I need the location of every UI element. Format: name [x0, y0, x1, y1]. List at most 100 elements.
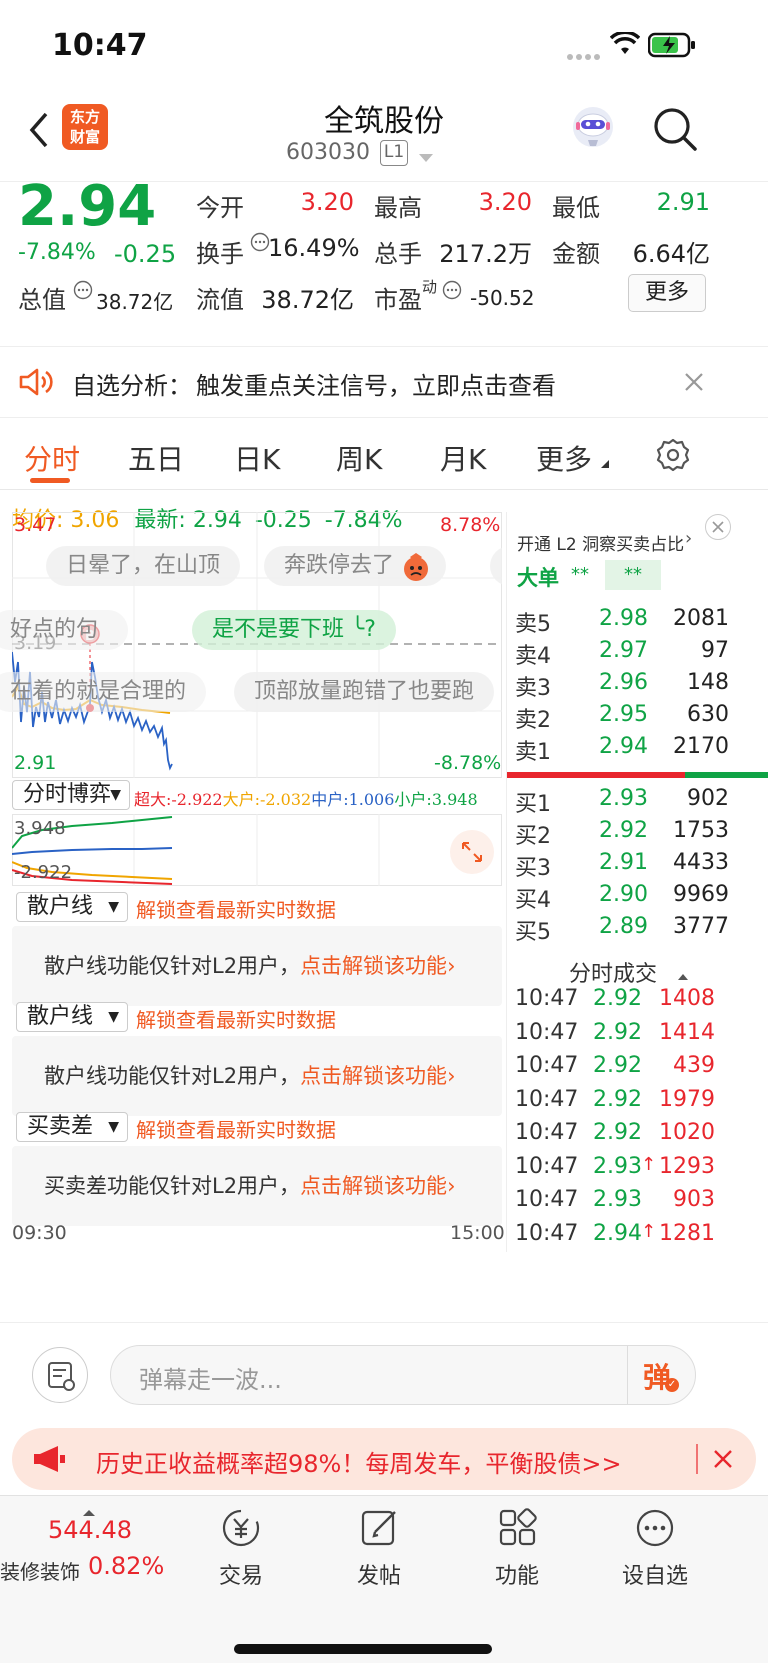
trade-row: 10:47 2.92 439 — [507, 1053, 768, 1087]
danmu-settings-icon[interactable] — [32, 1347, 88, 1403]
danmu-bubble[interactable]: 顶部放量跑错了也要跑 — [234, 672, 495, 712]
active-tab-indicator — [30, 478, 70, 483]
ask-row: 卖3 2.96 148 — [507, 670, 739, 704]
close-icon[interactable] — [705, 514, 731, 540]
bid-volume: 902 — [687, 786, 729, 811]
tab-more[interactable]: 更多 — [536, 438, 592, 478]
tab-day-k[interactable]: 日K — [234, 438, 280, 478]
danmu-bubble[interactable]: 在着的就是合理的 — [0, 672, 207, 712]
panel-2-lock-box: 散户线功能仅针对L2用户，点击解锁该功能› — [12, 1036, 502, 1116]
trade-price: 2.93 — [593, 1187, 642, 1212]
danmu-bubble[interactable]: 日晕了，在山顶 — [46, 546, 241, 586]
megaphone-icon — [32, 1444, 66, 1478]
trade-row: 10:47 2.92 1408 — [507, 986, 768, 1020]
nav-bar: 东方 财富 全筑股份 603030 L1 — [0, 92, 768, 182]
alert-bar[interactable]: 自选分析： 触发重点关注信号，立即点击查看 — [0, 348, 768, 418]
trade-time: 10:47 — [515, 986, 579, 1011]
low-label: 最低 — [552, 194, 600, 222]
float-cap-label: 流值 — [196, 286, 244, 314]
bid-price: 2.90 — [599, 882, 648, 907]
panel-1-select[interactable]: 散户线 ▼ — [16, 892, 128, 922]
alert-label: 自选分析： — [72, 372, 192, 400]
nav-post[interactable]: 发帖 — [324, 1506, 434, 1590]
trade-price: 2.92 — [593, 1120, 642, 1145]
bid-row: 买1 2.93 902 — [507, 786, 739, 820]
panel-3-unlock-link[interactable]: 解锁查看最新实时数据 — [136, 1114, 336, 1143]
bid-volume: 9969 — [673, 882, 729, 907]
trade-volume: 1293 — [659, 1153, 715, 1179]
money-bag-emoji-icon — [400, 550, 432, 586]
dropdown-triangle-icon — [600, 454, 610, 473]
trade-volume: 1979 — [659, 1086, 715, 1112]
close-icon[interactable] — [684, 372, 704, 396]
volume-value: 217.2万 — [439, 240, 532, 268]
ask-row: 卖2 2.95 630 — [507, 702, 739, 736]
promo-banner[interactable]: 历史正收益概率超98%！每周发车，平衡股债>> — [12, 1428, 756, 1490]
danmu-bubble[interactable]: 好点的句 — [0, 610, 129, 650]
check-badge-icon: ✓ — [665, 1378, 679, 1392]
comment-bar: 弹幕走一波... 弹 ✓ — [0, 1322, 768, 1424]
nav-trade[interactable]: 交易 — [186, 1506, 296, 1590]
flow-bottom-label: -2.922 — [14, 862, 73, 883]
big-order-label: 大单 — [517, 566, 559, 590]
ask-level: 卖1 — [515, 740, 551, 765]
info-icon[interactable] — [250, 232, 270, 252]
robot-assistant-icon[interactable] — [570, 104, 616, 150]
panel-2-unlock-cta[interactable]: 点击解锁该功能 — [300, 1064, 447, 1088]
more-button[interactable]: 更多 — [628, 274, 706, 312]
close-promo-icon[interactable] — [712, 1448, 734, 1474]
ask-level: 卖5 — [515, 612, 551, 637]
danmu-bubble[interactable]: 是不是要下班 ╰? — [192, 610, 396, 650]
function-grid-icon — [499, 1508, 537, 1546]
panel-1-unlock-link[interactable]: 解锁查看最新实时数据 — [136, 894, 336, 923]
panel-2-unlock-link[interactable]: 解锁查看最新实时数据 — [136, 1004, 336, 1033]
bid-volume: 4433 — [673, 850, 729, 875]
tab-month-k[interactable]: 月K — [440, 438, 486, 478]
nav-add-watchlist[interactable]: 设自选 — [600, 1506, 710, 1590]
big-order-value-1: ** — [571, 564, 589, 585]
volume-label: 总手 — [374, 240, 422, 268]
trades-title[interactable]: 分时成交 — [569, 956, 657, 988]
ask-price: 2.97 — [599, 638, 648, 663]
trade-price: 2.92 — [593, 1086, 642, 1112]
last-price: 2.94 — [18, 174, 157, 239]
nav-function[interactable]: 功能 — [462, 1506, 572, 1590]
sector-index[interactable]: 544.48 装修装饰 0.82% — [0, 1496, 172, 1606]
bid-volume: 3777 — [673, 914, 729, 939]
panel-1-lock-box: 散户线功能仅针对L2用户，点击解锁该功能› — [12, 926, 502, 1006]
panel-3-unlock-cta[interactable]: 点击解锁该功能 — [300, 1174, 447, 1198]
settings-gear-icon[interactable] — [656, 438, 690, 476]
trade-volume: 1281 — [659, 1220, 715, 1246]
info-icon[interactable] — [442, 280, 462, 300]
l2-banner[interactable]: 开通 L2 洞察买卖占比 — [517, 530, 684, 555]
expand-icon[interactable] — [450, 830, 494, 874]
bid-row: 买3 2.91 4433 — [507, 850, 739, 884]
bid-ask-ratio-bar — [507, 772, 768, 778]
level-badge[interactable]: L1 — [380, 140, 408, 166]
danmu-input[interactable]: 弹幕走一波... 弹 ✓ — [110, 1345, 696, 1405]
promo-text: 历史正收益概率超98%！每周发车，平衡股债>> — [96, 1450, 622, 1478]
trade-up-arrow: ↑ — [641, 1220, 657, 1242]
flow-chart[interactable] — [12, 814, 502, 886]
trade-price: 2.93 — [593, 1153, 642, 1179]
level-dropdown-icon[interactable] — [418, 148, 434, 167]
panel-2-select[interactable]: 散户线 ▼ — [16, 1002, 128, 1032]
panel-3-lock-box: 买卖差功能仅针对L2用户，点击解锁该功能› — [12, 1146, 502, 1226]
trade-price: 2.92 — [593, 986, 642, 1011]
tab-intraday[interactable]: 分时 — [24, 438, 80, 478]
back-icon[interactable] — [24, 110, 54, 150]
tab-five-day[interactable]: 五日 — [128, 438, 184, 478]
trade-volume: 1414 — [659, 1019, 715, 1045]
chevron-right-icon: › — [685, 528, 693, 549]
panel-3-select[interactable]: 买卖差 ▼ — [16, 1112, 128, 1142]
bid-level: 买2 — [515, 824, 551, 849]
search-icon[interactable] — [652, 106, 698, 152]
tab-week-k[interactable]: 周K — [336, 438, 382, 478]
quote-panel: 2.94 -7.84% -0.25 总值 38.72亿 今开 3.20 最高 3… — [0, 174, 768, 347]
alert-text: 触发重点关注信号，立即点击查看 — [196, 372, 556, 400]
battery-icon — [647, 32, 696, 62]
flow-type-select[interactable]: 分时博弈 ▼ — [12, 780, 130, 810]
panel-1-unlock-cta[interactable]: 点击解锁该功能 — [300, 954, 447, 978]
info-icon[interactable] — [73, 280, 93, 300]
l2-promo[interactable]: 开通 L2 洞察买卖占比 › 大单 ** ** — [507, 512, 768, 600]
